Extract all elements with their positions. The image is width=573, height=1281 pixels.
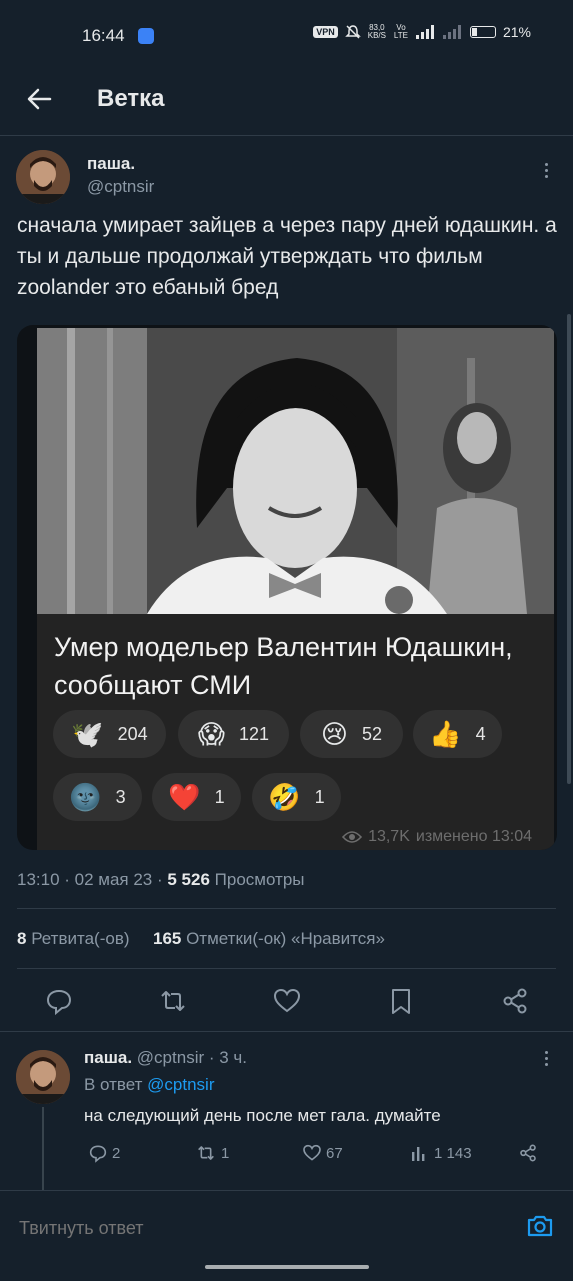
reaction-count: 52 <box>362 723 383 744</box>
card-view-count: 13,7K <box>368 828 410 845</box>
reaction-pill[interactable]: 🕊️ 204 <box>53 710 166 758</box>
reply-to-link[interactable]: @cptnsir <box>147 1075 214 1094</box>
reply-like-button[interactable]: 67 <box>302 1143 343 1163</box>
analytics-icon <box>412 1147 425 1161</box>
reply-text: на следующий день после мет гала. думайт… <box>84 1106 441 1125</box>
reply-button[interactable] <box>44 986 74 1016</box>
view-count: 5 526 <box>167 870 210 889</box>
signal-2-icon <box>442 25 461 39</box>
reaction-pill[interactable]: 😢 52 <box>300 710 403 758</box>
crying-icon: 😢 <box>320 718 349 749</box>
new-moon-face-icon: 🌚 <box>69 781 102 812</box>
arrow-left-icon <box>27 88 52 110</box>
reply-views-button[interactable]: 1 143 <box>410 1143 472 1163</box>
reaction-count: 4 <box>475 723 486 744</box>
thread-line <box>42 1107 44 1191</box>
tweet-timestamp: 13:10 · 02 мая 23 · <box>17 870 168 889</box>
battery-icon <box>469 26 496 38</box>
reply-input[interactable] <box>17 1215 501 1241</box>
replying-to: В ответ @cptnsir <box>84 1075 215 1094</box>
reply-retweet-button[interactable]: 1 <box>195 1143 229 1163</box>
like-button[interactable] <box>272 986 302 1016</box>
network-speed: 83,0 KB/S <box>367 23 386 40</box>
share-icon <box>503 988 527 1014</box>
reply-icon <box>46 989 72 1016</box>
battery-percent: 21% <box>502 24 531 40</box>
retweet-button[interactable] <box>158 986 188 1016</box>
back-button[interactable] <box>24 84 54 114</box>
camera-icon <box>527 1215 553 1237</box>
status-icons: VPN 83,0 KB/S Vo LTE 21% <box>313 24 531 40</box>
rofl-icon: 🤣 <box>268 781 301 812</box>
card-edited-time: изменено 13:04 <box>415 828 532 845</box>
author-name[interactable]: паша. <box>87 154 135 174</box>
like-count: 67 <box>326 1144 343 1162</box>
retweets-stat[interactable]: 8 Ретвита(-ов) <box>17 929 130 948</box>
status-bar: 16:44 VPN 83,0 KB/S Vo LTE 21% <box>0 0 573 72</box>
heart-icon: ❤️ <box>168 781 201 812</box>
heart-outline-icon <box>273 988 301 1013</box>
clock: 16:44 <box>82 26 125 45</box>
news-photo <box>37 328 554 614</box>
retweet-icon <box>161 991 185 1011</box>
reply-share-button[interactable] <box>518 1143 538 1163</box>
retweet-icon <box>198 1146 214 1160</box>
heart-outline-icon <box>303 1144 321 1161</box>
reply-header: паша. @cptnsir · 3 ч. <box>84 1048 247 1068</box>
eye-icon <box>342 831 363 843</box>
tweet-text: сначала умирает зайцев а через пару дней… <box>17 214 557 299</box>
reaction-pill[interactable]: 🌚 3 <box>53 773 142 821</box>
reaction-count: 1 <box>214 786 225 807</box>
news-headline: Умер модельер Валентин Юдашкин, сообщают… <box>54 632 513 700</box>
reply-count: 2 <box>112 1144 121 1162</box>
dove-icon: 🕊️ <box>71 718 104 749</box>
reaction-count: 121 <box>239 723 270 744</box>
home-indicator[interactable] <box>205 1265 369 1269</box>
app-notification-icon <box>138 28 154 44</box>
camera-button[interactable] <box>525 1211 555 1241</box>
divider <box>17 968 556 969</box>
view-label: Просмотры <box>209 870 305 889</box>
bookmark-button[interactable] <box>386 986 416 1016</box>
signal-icon <box>415 25 434 39</box>
reaction-count: 204 <box>117 723 148 744</box>
retweet-count: 1 <box>221 1144 230 1162</box>
reply-icon <box>89 1145 107 1163</box>
tweet-media[interactable]: Умер модельер Валентин Юдашкин, сообщают… <box>17 325 557 850</box>
scream-icon: 😱 <box>197 718 226 749</box>
reaction-count: 3 <box>115 786 126 807</box>
divider <box>17 908 556 909</box>
engagement-stats: 8 Ретвита(-ов) 165 Отметки(-ок) «Нравитс… <box>17 929 385 949</box>
share-icon <box>520 1144 536 1162</box>
reaction-pill[interactable]: 👍 4 <box>413 710 502 758</box>
header-divider <box>0 135 573 136</box>
page-title: Ветка <box>97 85 165 112</box>
top-app-bar: Ветка <box>0 72 573 132</box>
thumbs-up-icon: 👍 <box>429 718 462 749</box>
mute-icon <box>344 25 361 39</box>
card-views-line: 13,7K изменено 13:04 <box>342 828 532 846</box>
reply-avatar[interactable] <box>16 1050 70 1104</box>
reply-reply-button[interactable]: 2 <box>88 1143 120 1163</box>
author-handle[interactable]: @cptnsir <box>87 177 154 197</box>
tweet-meta: 13:10 · 02 мая 23 · 5 526 Просмотры <box>17 870 305 890</box>
reply-more-options-button[interactable] <box>536 1048 556 1072</box>
share-button[interactable] <box>500 986 530 1016</box>
reaction-pill[interactable]: 🤣 1 <box>252 773 341 821</box>
divider <box>0 1031 573 1032</box>
reply-author-name[interactable]: паша. <box>84 1048 132 1067</box>
bookmark-icon <box>392 989 410 1014</box>
more-options-button[interactable] <box>536 160 556 184</box>
volte-indicator: Vo LTE <box>393 23 408 40</box>
reaction-pill[interactable]: 😱 121 <box>178 710 289 758</box>
scrollbar[interactable] <box>567 314 571 784</box>
vpn-badge: VPN <box>313 26 338 38</box>
likes-stat[interactable]: 165 Отметки(-ок) «Нравится» <box>153 929 385 948</box>
reaction-pill[interactable]: ❤️ 1 <box>152 773 241 821</box>
avatar[interactable] <box>16 150 70 204</box>
view-count: 1 143 <box>434 1144 472 1162</box>
reaction-count: 1 <box>314 786 325 807</box>
news-card: Умер модельер Валентин Юдашкин, сообщают… <box>37 614 554 850</box>
reply-handle-time: @cptnsir · 3 ч. <box>132 1048 247 1067</box>
